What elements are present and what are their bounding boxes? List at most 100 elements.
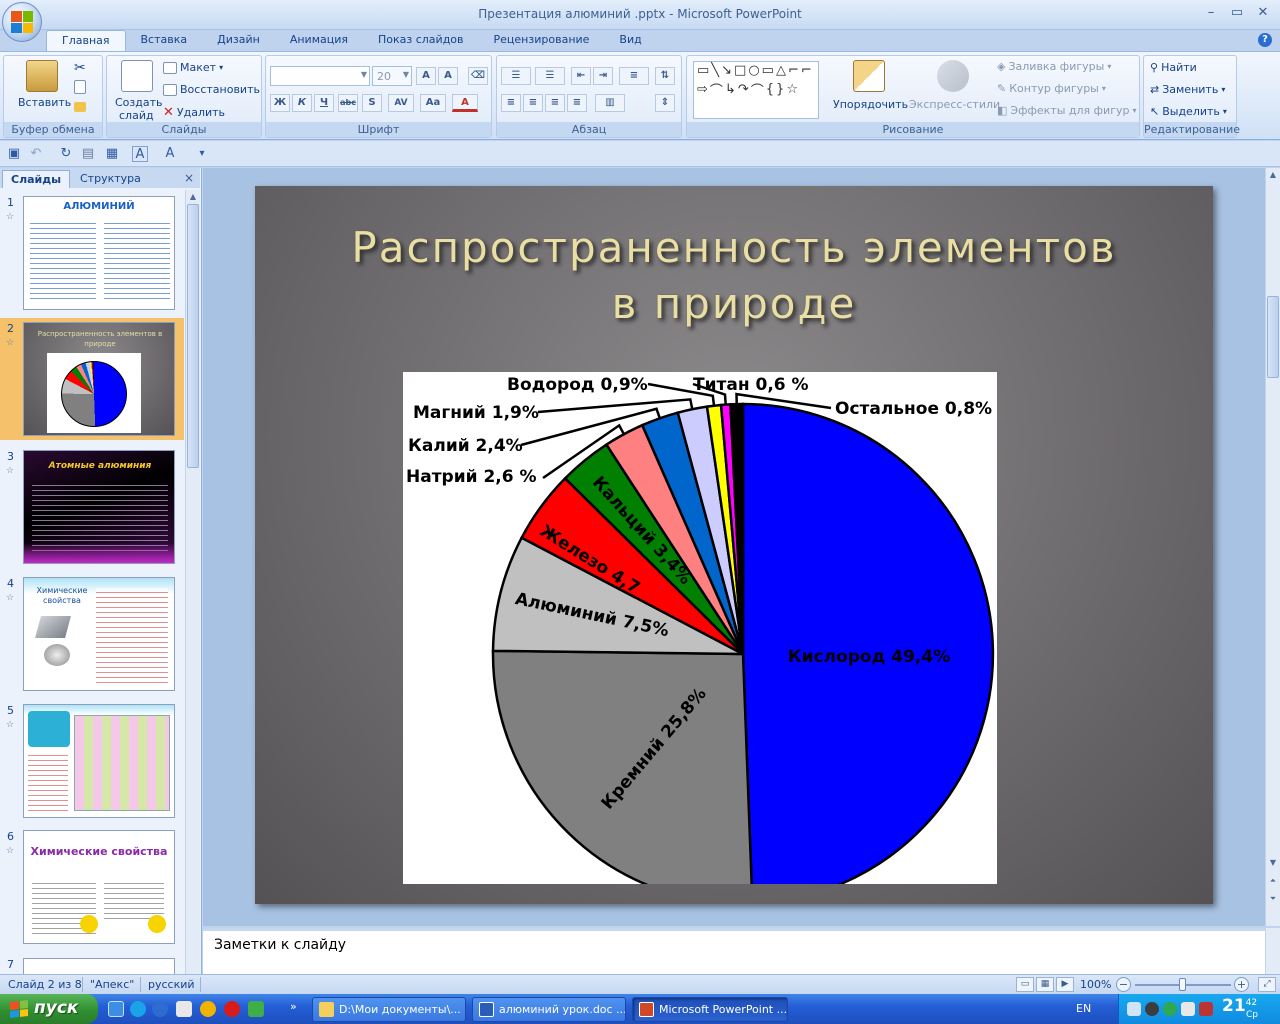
slide-thumbnail-row[interactable]: 6 ☆ Химические свойства xyxy=(0,826,184,948)
align-left-button[interactable]: ≡ xyxy=(501,94,521,112)
slide-thumbnail[interactable]: Химические свойства xyxy=(23,830,175,944)
zoom-level[interactable]: 100% xyxy=(1080,978,1111,991)
maximize-button[interactable]: ▭ xyxy=(1226,3,1248,23)
save-icon[interactable]: ▣ xyxy=(6,146,22,162)
align-text-button[interactable]: ⇕ xyxy=(655,94,675,112)
align-right-button[interactable]: ≡ xyxy=(545,94,565,112)
tab-animation[interactable]: Анимация xyxy=(275,30,363,52)
slide-thumbnail[interactable]: Химические свойства xyxy=(23,577,175,691)
current-slide[interactable]: Распространенность элементов в природе К… xyxy=(255,186,1213,904)
replace-button[interactable]: ⇄ Заменить ▾ xyxy=(1150,83,1225,96)
normal-view-button[interactable]: ▭ xyxy=(1016,977,1034,992)
pie-chart[interactable]: Кислород 49,4% Кремний 25,8% Алюминий 7,5%… xyxy=(403,372,997,884)
ie-icon[interactable] xyxy=(108,1001,124,1017)
tab-view[interactable]: Вид xyxy=(604,30,656,52)
slide-thumbnail-row[interactable]: 4 ☆ Химические свойства xyxy=(0,573,184,695)
strikethrough-button[interactable]: abc xyxy=(338,94,358,112)
tab-review[interactable]: Рецензирование xyxy=(479,30,605,52)
task-powerpoint[interactable]: Microsoft PowerPoint ... xyxy=(632,997,788,1022)
justify-button[interactable]: ≡ xyxy=(567,94,587,112)
arrange-button[interactable]: Упорядочить xyxy=(833,98,908,111)
clear-format-button[interactable]: ⌫ xyxy=(468,67,488,85)
customize-qat-icon[interactable]: ▾ xyxy=(194,146,210,162)
format-painter-icon[interactable] xyxy=(74,102,86,112)
task-explorer[interactable]: D:\Мои документы\... xyxy=(312,997,466,1022)
office-button[interactable] xyxy=(2,2,42,42)
align-center-button[interactable]: ≡ xyxy=(523,94,543,112)
font-icon[interactable]: A xyxy=(162,146,178,162)
slide-thumbnail-row[interactable]: 1 ☆ АЛЮМИНИЙ xyxy=(0,192,184,314)
help-icon[interactable]: ? xyxy=(1258,33,1272,47)
pie-slice-1[interactable] xyxy=(741,402,995,884)
zoom-slider-thumb[interactable] xyxy=(1179,978,1186,991)
tray-icon[interactable] xyxy=(1181,1002,1195,1016)
line-spacing-button[interactable]: ≡ xyxy=(619,67,649,85)
slide-thumbnail[interactable] xyxy=(23,704,175,818)
slide-title[interactable]: Распространенность элементов в природе xyxy=(255,220,1213,332)
font-name-combo[interactable]: ▼ xyxy=(270,66,370,86)
tab-design[interactable]: Дизайн xyxy=(202,30,275,52)
tab-slideshow[interactable]: Показ слайдов xyxy=(363,30,479,52)
shape-outline-button[interactable]: ✎ Контур фигуры ▾ xyxy=(997,82,1106,95)
numbering-button[interactable]: ☰ xyxy=(535,67,565,85)
tray-icon[interactable] xyxy=(1163,1002,1177,1016)
start-button[interactable]: пуск xyxy=(0,994,98,1024)
find-button[interactable]: ⚲ Найти xyxy=(1150,61,1197,74)
new-slide-button[interactable]: Создать xyxy=(115,96,163,109)
slide-scrollbar[interactable]: ▲ ▼ ⏶ ⏷ xyxy=(1265,168,1280,926)
notes-pane[interactable]: Заметки к слайду xyxy=(203,928,1265,974)
arrange-icon[interactable] xyxy=(853,60,885,92)
slide-thumbnail-row-selected[interactable]: 2 ☆ Распространенность элементов в приро… xyxy=(0,318,184,440)
close-button[interactable]: ✕ xyxy=(1252,3,1274,23)
print-preview-icon[interactable]: ▤ xyxy=(80,146,96,162)
more-icon[interactable]: » xyxy=(290,1000,297,1013)
task-word[interactable]: алюминий урок.doc ... xyxy=(472,997,626,1022)
slideshow-view-button[interactable]: ▶ xyxy=(1056,977,1074,992)
select-button[interactable]: ↖ Выделить ▾ xyxy=(1150,105,1227,118)
slide-pane-scrollbar[interactable]: ▲ xyxy=(185,190,200,974)
pie-slice-2[interactable] xyxy=(491,649,753,884)
redo-icon[interactable]: ↻ xyxy=(58,146,74,162)
quick-styles-button[interactable]: Экспресс-стили xyxy=(909,98,1000,111)
text-icon[interactable]: A xyxy=(132,146,148,162)
language-indicator[interactable]: русский xyxy=(148,978,195,991)
fit-to-window-button[interactable]: ⤢ xyxy=(1258,977,1276,992)
tab-insert[interactable]: Вставка xyxy=(126,30,203,52)
slide-thumbnail[interactable]: Распространенность элементов в природе xyxy=(23,322,175,436)
text-direction-button[interactable]: ⇅ xyxy=(655,67,675,85)
close-pane-icon[interactable]: × xyxy=(184,171,194,185)
decrease-indent-button[interactable]: ⇤ xyxy=(571,67,591,85)
avast-icon[interactable] xyxy=(200,1001,216,1017)
shadow-button[interactable]: S xyxy=(362,94,382,112)
shrink-font-button[interactable]: A xyxy=(438,67,458,85)
bold-button[interactable]: Ж xyxy=(270,94,290,112)
scroll-thumb[interactable] xyxy=(1267,296,1279,378)
scroll-down-icon[interactable]: ▼ xyxy=(1266,856,1280,870)
bullets-button[interactable]: ☰ xyxy=(501,67,531,85)
reset-button[interactable]: Восстановить xyxy=(163,83,260,96)
font-color-button[interactable]: A xyxy=(452,94,478,112)
zoom-out-button[interactable]: − xyxy=(1116,977,1131,992)
italic-button[interactable]: К xyxy=(292,94,312,112)
undo-icon[interactable]: ↶ xyxy=(28,146,44,162)
new-slide-icon[interactable] xyxy=(121,60,153,92)
underline-button[interactable]: Ч xyxy=(314,94,334,112)
scroll-up-icon[interactable]: ▲ xyxy=(1266,168,1280,182)
cut-icon[interactable]: ✂ xyxy=(74,60,86,76)
copy-icon[interactable] xyxy=(74,80,86,94)
layout-button[interactable]: Макет ▾ xyxy=(163,61,223,74)
shape-effects-button[interactable]: ◧ Эффекты для фигур ▾ xyxy=(997,104,1137,117)
skype-icon[interactable] xyxy=(130,1001,146,1017)
new-slide-button-line2[interactable]: слайд xyxy=(119,109,154,122)
slide-thumbnail-row[interactable]: 3 ☆ Атомные алюминия xyxy=(0,446,184,568)
notes-scrollbar[interactable] xyxy=(1265,928,1280,974)
slide-thumbnail-row[interactable]: 5 ☆ xyxy=(0,700,184,822)
zoom-in-button[interactable]: + xyxy=(1234,977,1249,992)
paste-button[interactable]: Вставить xyxy=(18,96,71,109)
shapes-gallery[interactable]: ▭ ╲ ↘ □ ○ ▭ △ ⌐ ⌐ ⇨ ⌒ ↳ ↷ ⌒{} ☆ xyxy=(693,61,819,119)
tray-icon[interactable] xyxy=(1199,1002,1213,1016)
tab-outline[interactable]: Структура xyxy=(72,170,149,188)
grow-font-button[interactable]: A xyxy=(416,67,436,85)
spacing-button[interactable]: AV xyxy=(388,94,414,112)
font-size-combo[interactable]: 20 ▼ xyxy=(372,66,412,86)
